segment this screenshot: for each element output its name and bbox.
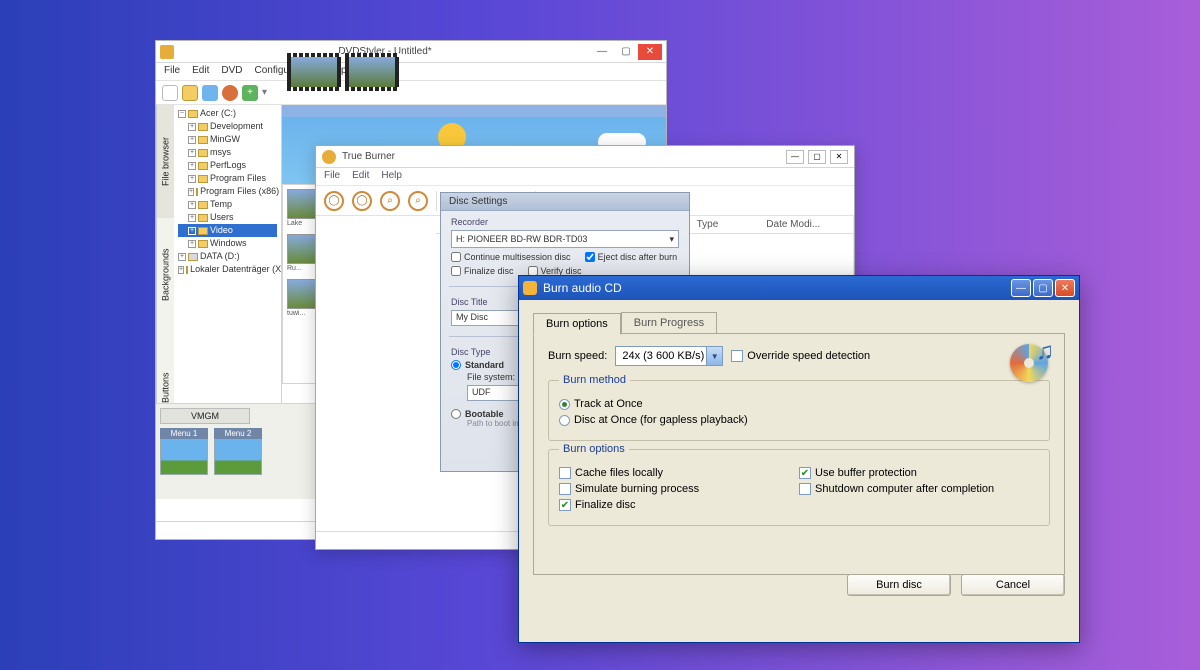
close-button[interactable]: ✕ <box>638 44 662 60</box>
burn-speed-label: Burn speed: <box>548 350 607 362</box>
menu-help[interactable]: Help <box>381 170 402 183</box>
menubar: File Edit Help <box>316 168 854 186</box>
tree-drive[interactable]: Lokaler Datenträger (X:) <box>190 263 282 276</box>
tab-pane: ♫ Burn speed: 24x (3 600 KB/s) ▼ Overrid… <box>533 333 1065 575</box>
add-icon[interactable]: + <box>242 85 258 101</box>
filmstrip <box>287 53 425 91</box>
vmgm-label[interactable]: VMGM <box>160 408 250 424</box>
tree-item[interactable]: Program Files (x86) <box>200 185 279 198</box>
fs-label: File system: <box>467 372 515 382</box>
tab-burn-options[interactable]: Burn options <box>533 313 621 335</box>
cb-override-speed[interactable]: Override speed detection <box>731 350 870 362</box>
col-type[interactable]: Type <box>691 216 761 233</box>
cd-art-icon: ♫ <box>1002 338 1054 386</box>
chevron-down-icon: ▼ <box>706 347 722 365</box>
tree-item[interactable]: Users <box>210 211 234 224</box>
cb-simulate[interactable]: Simulate burning process <box>559 483 799 495</box>
film-thumb[interactable] <box>345 53 399 91</box>
save-icon[interactable] <box>202 85 218 101</box>
close-button[interactable]: ✕ <box>830 150 848 164</box>
chevron-down-icon: ▾ <box>669 234 674 245</box>
menu-file[interactable]: File <box>164 65 180 78</box>
burn-options-group: Burn options Cache files locally Simulat… <box>548 443 1050 526</box>
col-date[interactable]: Date Modi... <box>760 216 853 233</box>
burn-disc-button[interactable]: Burn disc <box>847 574 951 596</box>
tree-root[interactable]: Acer (C:) <box>200 107 236 120</box>
minimize-button[interactable]: — <box>590 44 614 60</box>
burn-method-group: Burn method Track at Once Disc at Once (… <box>548 374 1050 441</box>
maximize-button[interactable]: ▢ <box>614 44 638 60</box>
preview-path-bar <box>282 105 666 117</box>
tree-item[interactable]: MinGW <box>210 133 240 146</box>
disc-zoom-icon[interactable]: ⌕ <box>380 191 400 211</box>
burn-speed-select[interactable]: 24x (3 600 KB/s) ▼ <box>615 346 723 366</box>
trueburner-titlebar[interactable]: True Burner — ▢ ✕ <box>316 146 854 168</box>
app-icon <box>160 45 174 59</box>
maximize-button[interactable]: ▢ <box>1033 279 1053 297</box>
dialog-title: Burn audio CD <box>543 281 1011 295</box>
panel-title: Disc Settings <box>441 193 689 211</box>
file-tree[interactable]: −Acer (C:) +Development +MinGW +msys +Pe… <box>174 105 282 444</box>
radio-track-at-once[interactable]: Track at Once <box>559 398 1039 410</box>
cancel-button[interactable]: Cancel <box>961 574 1065 596</box>
menu-thumb[interactable]: Menu 1 <box>160 428 208 475</box>
dropdown-icon[interactable]: ▾ <box>262 87 267 98</box>
dialog-titlebar[interactable]: Burn audio CD — ▢ ✕ <box>519 276 1079 300</box>
window-title: True Burner <box>342 151 786 162</box>
maximize-button[interactable]: ▢ <box>808 150 826 164</box>
disc-icon[interactable]: ◯ <box>324 191 344 211</box>
burn-method-legend: Burn method <box>559 374 630 386</box>
film-thumb[interactable] <box>287 53 341 91</box>
minimize-button[interactable]: — <box>786 150 804 164</box>
close-button[interactable]: ✕ <box>1055 279 1075 297</box>
cb-finalize-disc[interactable]: ✔Finalize disc <box>559 499 799 511</box>
recorder-select[interactable]: H: PIONEER BD-RW BDR-TD03▾ <box>451 230 679 248</box>
burn-audio-cd-dialog: Burn audio CD — ▢ ✕ Burn options Burn Pr… <box>518 275 1080 643</box>
cb-shutdown[interactable]: Shutdown computer after completion <box>799 483 1039 495</box>
tree-item[interactable]: Program Files <box>210 172 266 185</box>
menu-thumb[interactable]: Menu 2 <box>214 428 262 475</box>
burn-icon[interactable] <box>222 85 238 101</box>
app-icon <box>322 150 336 164</box>
cb-finalize[interactable]: Finalize disc <box>451 266 514 276</box>
open-icon[interactable] <box>182 85 198 101</box>
tab-burn-progress[interactable]: Burn Progress <box>621 312 717 334</box>
menu-file[interactable]: File <box>324 170 340 183</box>
recorder-label: Recorder <box>451 217 679 227</box>
separator <box>436 191 437 211</box>
radio-disc-at-once[interactable]: Disc at Once (for gapless playback) <box>559 414 1039 426</box>
new-icon[interactable] <box>162 85 178 101</box>
tree-item-selected[interactable]: Video <box>210 224 233 237</box>
cb-cache-files[interactable]: Cache files locally <box>559 467 799 479</box>
disc-zoom-icon[interactable]: ⌕ <box>408 191 428 211</box>
disc-icon[interactable]: ◯ <box>352 191 372 211</box>
cb-eject[interactable]: Eject disc after burn <box>585 252 678 262</box>
tab-filebrowser[interactable]: File browser <box>156 105 174 218</box>
app-icon <box>523 281 537 295</box>
tree-item[interactable]: Development <box>210 120 263 133</box>
tree-item[interactable]: Temp <box>210 198 232 211</box>
tabbar: Burn options Burn Progress <box>533 312 1065 334</box>
cb-buffer-protection[interactable]: ✔Use buffer protection <box>799 467 1039 479</box>
cb-multisession[interactable]: Continue multisession disc <box>451 252 571 262</box>
tree-item[interactable]: Windows <box>210 237 247 250</box>
tree-item[interactable]: PerfLogs <box>210 159 246 172</box>
minimize-button[interactable]: — <box>1011 279 1031 297</box>
burn-options-legend: Burn options <box>559 443 629 455</box>
tab-backgrounds[interactable]: Backgrounds <box>156 218 174 331</box>
menu-edit[interactable]: Edit <box>352 170 369 183</box>
tree-item[interactable]: msys <box>210 146 231 159</box>
menu-edit[interactable]: Edit <box>192 65 209 78</box>
tree-drive[interactable]: DATA (D:) <box>200 250 240 263</box>
menu-dvd[interactable]: DVD <box>221 65 242 78</box>
